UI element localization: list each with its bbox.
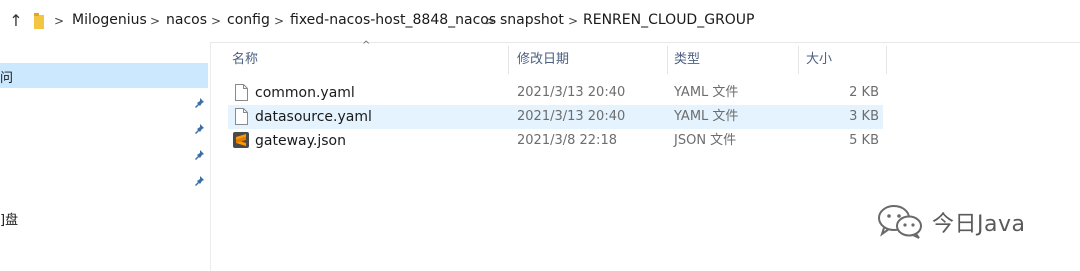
breadcrumb-item[interactable]: nacos — [166, 12, 207, 28]
watermark-text: 今日Java — [932, 212, 1026, 237]
column-divider[interactable] — [886, 46, 887, 74]
file-date: 2021/3/8 22:18 — [517, 133, 617, 148]
file-type: JSON 文件 — [674, 133, 737, 148]
file-date: 2021/3/13 20:40 — [517, 85, 626, 100]
file-size: 5 KB — [849, 133, 879, 148]
sublime-text-icon — [233, 132, 249, 148]
up-arrow-icon[interactable]: ↑ — [6, 10, 26, 32]
file-size: 2 KB — [849, 85, 879, 100]
chevron-right-icon[interactable]: > — [150, 14, 160, 28]
column-divider[interactable] — [667, 46, 668, 74]
file-name: gateway.json — [255, 133, 346, 149]
file-row[interactable]: common.yaml 2021/3/13 20:40 YAML 文件 2 KB — [228, 81, 883, 105]
pin-icon[interactable] — [193, 149, 205, 161]
breadcrumb-item[interactable]: RENREN_CLOUD_GROUP — [583, 12, 755, 28]
column-header-date[interactable]: 修改日期 — [517, 46, 569, 74]
column-header-size[interactable]: 大小 — [806, 46, 832, 74]
chevron-right-icon[interactable]: > — [211, 14, 221, 28]
file-date: 2021/3/13 20:40 — [517, 109, 626, 124]
breadcrumb-item[interactable]: fixed-nacos-host_8848_nacos — [290, 12, 496, 28]
address-bar[interactable]: ↑ > Milogenius > nacos > config > fixed-… — [0, 0, 1080, 43]
column-divider[interactable] — [798, 46, 799, 74]
file-row[interactable]: gateway.json 2021/3/8 22:18 JSON 文件 5 KB — [228, 129, 883, 153]
chevron-right-icon[interactable]: > — [54, 14, 64, 28]
chevron-right-icon[interactable]: > — [568, 14, 578, 28]
file-row-selected[interactable]: datasource.yaml 2021/3/13 20:40 YAML 文件 … — [228, 105, 883, 129]
pin-icon[interactable] — [193, 97, 205, 109]
folder-icon — [34, 13, 44, 29]
document-icon — [235, 108, 248, 125]
column-header-name[interactable]: 名称 — [232, 46, 258, 74]
wechat-icon — [878, 205, 922, 239]
navigation-pane: 问 ]盘 — [0, 42, 211, 271]
breadcrumb-item[interactable]: config — [227, 12, 270, 28]
document-icon — [235, 84, 248, 101]
file-type: YAML 文件 — [674, 85, 739, 100]
sort-ascending-icon: ^ — [362, 40, 371, 51]
file-size: 3 KB — [849, 109, 879, 124]
nav-item-selected[interactable]: 问 — [0, 63, 208, 88]
nav-item-label[interactable]: ]盘 — [0, 209, 18, 228]
chevron-right-icon[interactable]: > — [274, 14, 284, 28]
chevron-right-icon[interactable]: > — [485, 14, 495, 28]
pin-icon[interactable] — [193, 123, 205, 135]
breadcrumb-item[interactable]: Milogenius — [72, 12, 147, 28]
breadcrumb-item[interactable]: snapshot — [500, 12, 564, 28]
nav-item-label: 问 — [0, 71, 14, 86]
pin-icon[interactable] — [193, 175, 205, 187]
column-header-type[interactable]: 类型 — [674, 46, 700, 74]
column-divider[interactable] — [508, 46, 509, 74]
file-name: datasource.yaml — [255, 109, 372, 125]
file-name: common.yaml — [255, 85, 355, 101]
file-type: YAML 文件 — [674, 109, 739, 124]
